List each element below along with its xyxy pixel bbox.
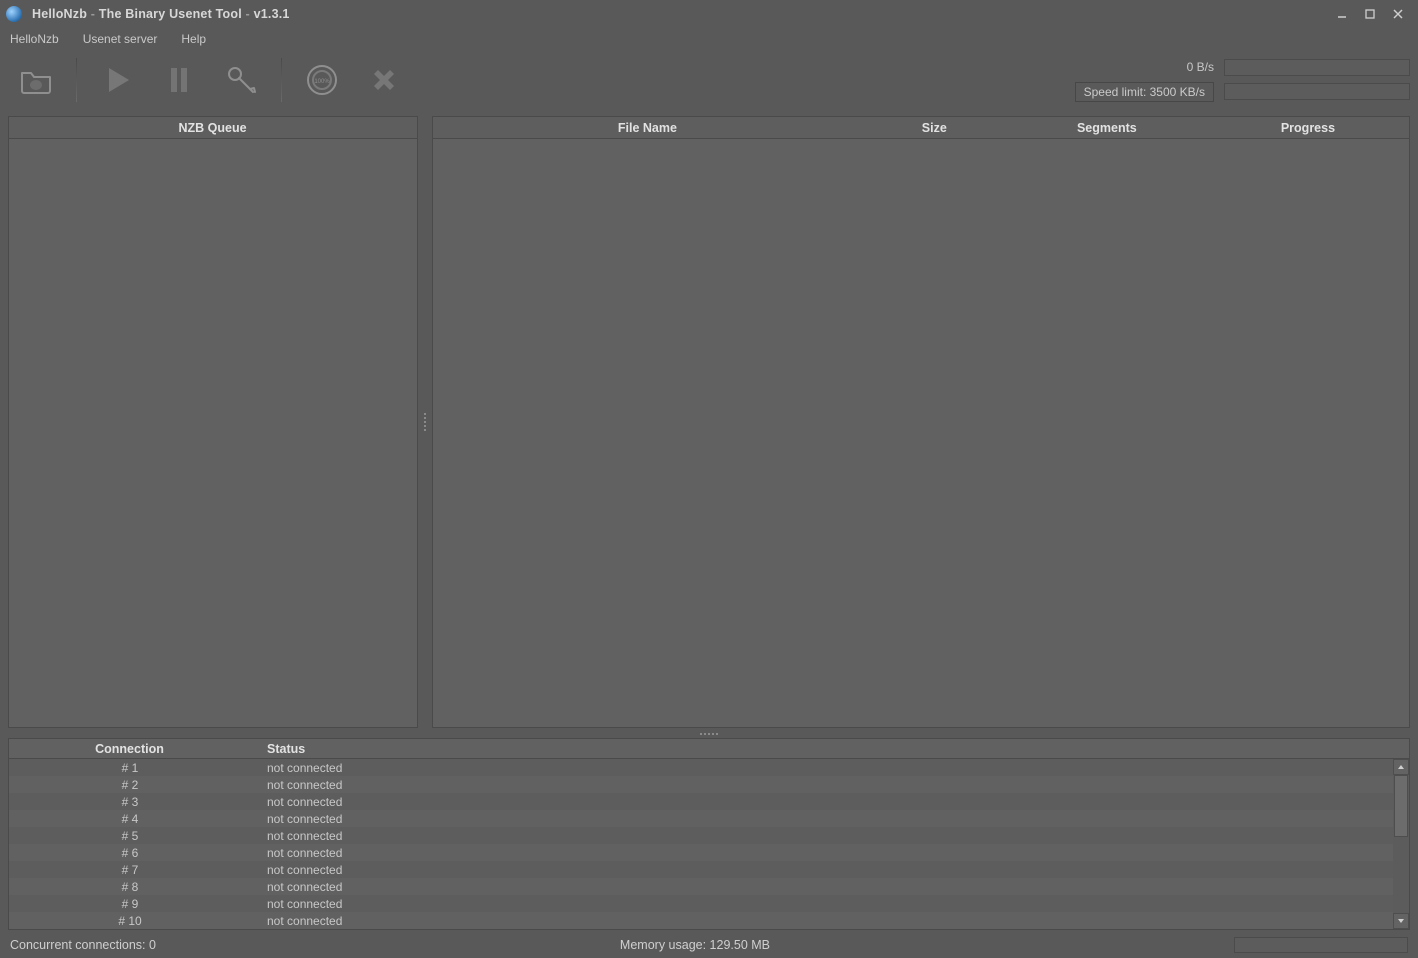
connections-header: Connection Status bbox=[9, 739, 1409, 759]
col-file-name[interactable]: File Name bbox=[433, 121, 863, 135]
minimize-button[interactable] bbox=[1328, 4, 1356, 24]
toolbar-separator bbox=[76, 58, 77, 102]
menu-help[interactable]: Help bbox=[177, 30, 210, 48]
connections-panel: Connection Status # 1not connected# 2not… bbox=[8, 738, 1410, 930]
status-memory: Memory usage: 129.50 MB bbox=[156, 938, 1234, 952]
table-row[interactable]: # 5not connected bbox=[9, 827, 1409, 844]
connection-status: not connected bbox=[251, 880, 1409, 894]
connection-id: # 9 bbox=[9, 897, 251, 911]
status-progress-slot bbox=[1234, 937, 1408, 953]
connection-id: # 7 bbox=[9, 863, 251, 877]
table-row[interactable]: # 6not connected bbox=[9, 844, 1409, 861]
speed-gauge-button[interactable]: 100% bbox=[300, 58, 344, 102]
menu-hellonzb[interactable]: HelloNzb bbox=[6, 30, 63, 48]
play-button[interactable] bbox=[95, 58, 139, 102]
col-size[interactable]: Size bbox=[863, 121, 1007, 135]
connection-status: not connected bbox=[251, 863, 1409, 877]
scroll-down-button[interactable] bbox=[1393, 913, 1409, 929]
connection-status: not connected bbox=[251, 914, 1409, 928]
connection-id: # 3 bbox=[9, 795, 251, 809]
title-sep: - bbox=[87, 7, 99, 21]
title-version: v1.3.1 bbox=[254, 7, 290, 21]
scroll-up-button[interactable] bbox=[1393, 759, 1409, 775]
files-body[interactable] bbox=[433, 139, 1409, 727]
files-header: File Name Size Segments Progress bbox=[433, 117, 1409, 139]
files-panel: File Name Size Segments Progress bbox=[432, 116, 1410, 728]
svg-text:100%: 100% bbox=[314, 79, 330, 85]
open-folder-button[interactable] bbox=[14, 58, 58, 102]
app-icon bbox=[6, 6, 22, 22]
table-row[interactable]: # 8not connected bbox=[9, 878, 1409, 895]
vertical-splitter[interactable] bbox=[422, 116, 428, 728]
connection-status: not connected bbox=[251, 812, 1409, 826]
window-title: HelloNzb - The Binary Usenet Tool - v1.3… bbox=[32, 7, 290, 21]
progress-bar-overall bbox=[1224, 59, 1410, 76]
table-row[interactable]: # 10not connected bbox=[9, 912, 1409, 929]
nzb-queue-body[interactable] bbox=[9, 139, 417, 727]
connection-status: not connected bbox=[251, 795, 1409, 809]
col-progress[interactable]: Progress bbox=[1208, 121, 1409, 135]
connections-rows: # 1not connected# 2not connected# 3not c… bbox=[9, 759, 1409, 929]
table-row[interactable]: # 9not connected bbox=[9, 895, 1409, 912]
scrollbar-vertical[interactable] bbox=[1393, 759, 1409, 929]
connection-status: not connected bbox=[251, 846, 1409, 860]
table-row[interactable]: # 1not connected bbox=[9, 759, 1409, 776]
table-row[interactable]: # 2not connected bbox=[9, 776, 1409, 793]
status-bar: Concurrent connections: 0 Memory usage: … bbox=[0, 932, 1418, 958]
connection-id: # 2 bbox=[9, 778, 251, 792]
title-bar: HelloNzb - The Binary Usenet Tool - v1.3… bbox=[0, 0, 1418, 28]
title-main: HelloNzb bbox=[32, 7, 87, 21]
menu-bar: HelloNzb Usenet server Help bbox=[0, 28, 1418, 50]
connection-status: not connected bbox=[251, 778, 1409, 792]
connection-id: # 8 bbox=[9, 880, 251, 894]
connection-id: # 6 bbox=[9, 846, 251, 860]
toolbar-separator bbox=[281, 58, 282, 102]
progress-bar-speed bbox=[1224, 83, 1410, 100]
col-segments[interactable]: Segments bbox=[1007, 121, 1208, 135]
connection-id: # 1 bbox=[9, 761, 251, 775]
title-sep2: - bbox=[242, 7, 254, 21]
col-status[interactable]: Status bbox=[251, 742, 306, 756]
connection-id: # 5 bbox=[9, 829, 251, 843]
col-connection[interactable]: Connection bbox=[9, 742, 251, 756]
speed-label: 0 B/s bbox=[1187, 60, 1214, 74]
table-row[interactable]: # 3not connected bbox=[9, 793, 1409, 810]
menu-usenet-server[interactable]: Usenet server bbox=[79, 30, 162, 48]
status-concurrent: Concurrent connections: 0 bbox=[10, 938, 156, 952]
speed-limit-button[interactable]: Speed limit: 3500 KB/s bbox=[1075, 82, 1214, 102]
connection-status: not connected bbox=[251, 761, 1409, 775]
col-nzb-queue[interactable]: NZB Queue bbox=[9, 121, 417, 135]
toolbar: 100% 0 B/s Speed limit: 3500 KB/s bbox=[0, 50, 1418, 110]
settings-button[interactable] bbox=[219, 58, 263, 102]
close-button[interactable] bbox=[1384, 4, 1412, 24]
pause-button[interactable] bbox=[157, 58, 201, 102]
grip-icon bbox=[700, 733, 718, 735]
maximize-button[interactable] bbox=[1356, 4, 1384, 24]
nzb-queue-header: NZB Queue bbox=[9, 117, 417, 139]
table-row[interactable]: # 4not connected bbox=[9, 810, 1409, 827]
connection-id: # 10 bbox=[9, 914, 251, 928]
scroll-thumb[interactable] bbox=[1394, 775, 1408, 837]
main-content: NZB Queue File Name Size Segments Progre… bbox=[0, 110, 1418, 730]
horizontal-splitter[interactable] bbox=[0, 730, 1418, 738]
cancel-button[interactable] bbox=[362, 58, 406, 102]
nzb-queue-panel: NZB Queue bbox=[8, 116, 418, 728]
toolbar-status: 0 B/s Speed limit: 3500 KB/s bbox=[1075, 59, 1410, 102]
connection-status: not connected bbox=[251, 829, 1409, 843]
connection-id: # 4 bbox=[9, 812, 251, 826]
connection-status: not connected bbox=[251, 897, 1409, 911]
title-sub: The Binary Usenet Tool bbox=[99, 7, 242, 21]
table-row[interactable]: # 7not connected bbox=[9, 861, 1409, 878]
grip-icon bbox=[424, 413, 426, 431]
scroll-track[interactable] bbox=[1393, 775, 1409, 913]
